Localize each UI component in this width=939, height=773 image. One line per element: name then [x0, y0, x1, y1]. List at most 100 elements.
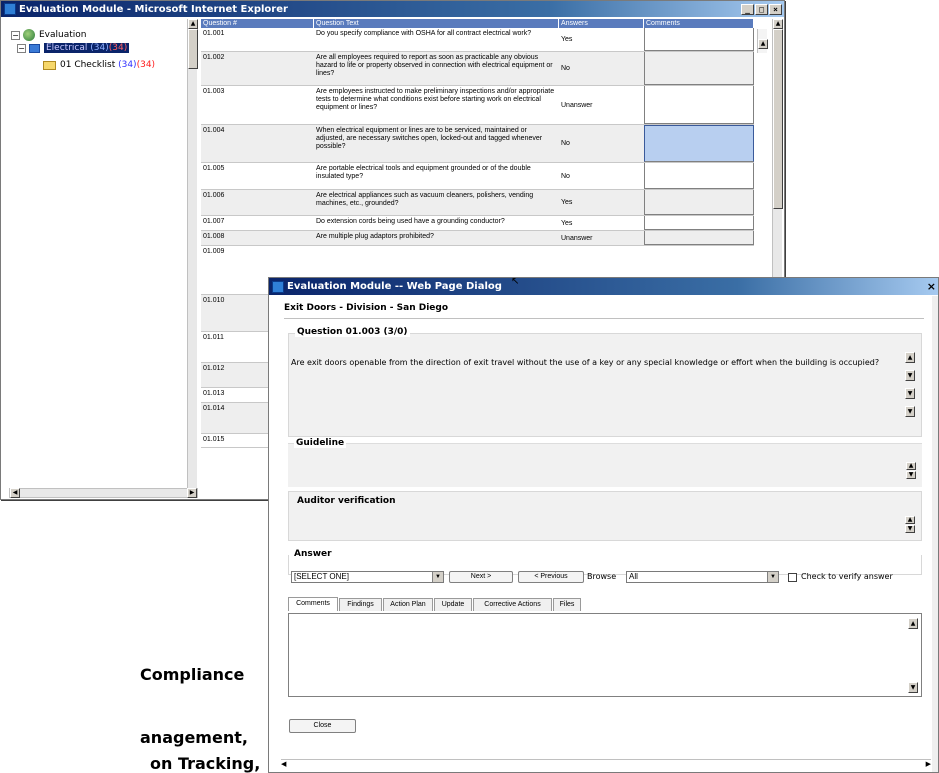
- scroll-down-icon[interactable]: ▼: [905, 388, 915, 399]
- col-header-comments[interactable]: Comments: [644, 19, 754, 28]
- collapse-icon[interactable]: −: [11, 30, 20, 40]
- answer-value: Unanswer: [561, 101, 593, 109]
- header-divider: [284, 318, 924, 319]
- scroll-down-icon[interactable]: ▼: [908, 682, 918, 693]
- scroll-thumb[interactable]: [188, 29, 198, 69]
- verify-label: Check to verify answer: [801, 572, 893, 581]
- tree-node-electrical[interactable]: − Electrical (34)(34): [17, 43, 130, 53]
- comment-cell[interactable]: [644, 28, 754, 51]
- scroll-up-icon[interactable]: ▲: [905, 352, 915, 363]
- scroll-right-icon[interactable]: ▶: [926, 760, 931, 768]
- tree-node-checklist[interactable]: 01 Checklist (34) (34): [43, 60, 155, 70]
- maximize-button[interactable]: □: [755, 3, 768, 15]
- answer-select[interactable]: [SELECT ONE] ▼: [291, 571, 444, 583]
- next-button[interactable]: Next >: [449, 571, 513, 583]
- answer-cell[interactable]: Unanswer: [559, 86, 643, 124]
- comment-cell[interactable]: [644, 190, 754, 215]
- previous-button[interactable]: < Previous: [518, 571, 584, 583]
- guideline-label: Guideline: [294, 438, 347, 448]
- collapse-icon[interactable]: −: [17, 43, 26, 53]
- grid-inner-scrollbar[interactable]: ▲: [757, 29, 768, 53]
- scroll-up-icon[interactable]: ▲: [908, 618, 918, 629]
- answer-value: Yes: [561, 219, 573, 227]
- tab-action-plan[interactable]: Action Plan: [383, 598, 433, 611]
- scroll-down-icon[interactable]: ▼: [905, 525, 915, 533]
- col-header-question-num[interactable]: Question #: [201, 19, 314, 28]
- question-text: Do you specify compliance with OSHA for …: [316, 30, 532, 37]
- dialog-hscrollbar[interactable]: ◀ ▶: [281, 759, 931, 769]
- verify-checkbox[interactable]: [788, 573, 797, 582]
- question-number: 01.003: [203, 88, 225, 95]
- close-dialog-button[interactable]: Close: [289, 719, 356, 733]
- question-number: 01.005: [203, 165, 225, 172]
- comment-cell[interactable]: [644, 86, 754, 124]
- main-titlebar: Evaluation Module - Microsoft Internet E…: [1, 1, 784, 17]
- scroll-down-icon[interactable]: ▼: [905, 370, 915, 381]
- question-dialog: Evaluation Module -- Web Page Dialog × E…: [268, 277, 939, 773]
- comment-cell[interactable]: [644, 125, 754, 162]
- answer-cell[interactable]: Yes: [559, 190, 643, 215]
- answer-select-value: [SELECT ONE]: [294, 572, 349, 581]
- question-number: 01.007: [203, 218, 225, 225]
- table-row[interactable]: 01.002 Are all employees required to repo…: [201, 52, 754, 86]
- scroll-thumb[interactable]: [773, 29, 783, 209]
- question-text: Do extension cords being used have a gro…: [316, 218, 505, 225]
- table-row[interactable]: 01.005 Are portable electrical tools and …: [201, 163, 754, 190]
- scroll-down-icon[interactable]: ▼: [906, 471, 916, 479]
- table-row[interactable]: 01.001 Do you specify compliance with OSH…: [201, 28, 754, 52]
- browse-select[interactable]: All ▼: [626, 571, 779, 583]
- scroll-up-icon[interactable]: ▲: [906, 462, 916, 470]
- col-header-question-text[interactable]: Question Text: [314, 19, 559, 28]
- col-header-answers[interactable]: Answers: [559, 19, 644, 28]
- main-window-title: Evaluation Module - Microsoft Internet E…: [19, 3, 288, 15]
- browse-select-value: All: [629, 572, 638, 581]
- scroll-up-icon[interactable]: ▲: [758, 39, 768, 49]
- table-row[interactable]: 01.008 Are multiple plug adaptors prohibi…: [201, 231, 754, 246]
- tree-node-electrical-label: Electrical (34)(34): [44, 43, 130, 53]
- scroll-left-icon[interactable]: ◀: [281, 760, 286, 768]
- question-text: Are electrical appliances such as vacuum…: [316, 192, 534, 207]
- table-row[interactable]: 01.004 When electrical equipment or lines…: [201, 125, 754, 163]
- tab-files[interactable]: Files: [553, 598, 581, 611]
- tree-pane: − Evaluation − Electrical (34)(34) 01 Ch…: [3, 19, 186, 487]
- tab-findings[interactable]: Findings: [339, 598, 382, 611]
- slide-text-management: anagement,: [140, 728, 248, 747]
- table-row[interactable]: 01.003 Are employees instructed to make p…: [201, 86, 754, 125]
- scroll-down-icon[interactable]: ▼: [905, 406, 915, 417]
- scroll-right-icon[interactable]: ▶: [187, 488, 197, 498]
- tab-comments[interactable]: Comments: [288, 597, 338, 611]
- chevron-down-icon[interactable]: ▼: [767, 572, 778, 582]
- answer-cell[interactable]: No: [559, 163, 643, 189]
- answer-cell[interactable]: No: [559, 125, 643, 162]
- minimize-button[interactable]: _: [741, 3, 754, 15]
- scroll-up-icon[interactable]: ▲: [773, 19, 783, 29]
- question-text: Are employees instructed to make prelimi…: [316, 88, 555, 111]
- tree-hscrollbar[interactable]: ◀ ▶: [9, 488, 198, 498]
- tree-root[interactable]: − Evaluation: [11, 29, 87, 41]
- tree-scrollbar[interactable]: ▲: [187, 19, 198, 489]
- answer-cell[interactable]: Yes: [559, 28, 643, 51]
- comment-cell[interactable]: [644, 231, 754, 245]
- table-row[interactable]: 01.006 Are electrical appliances such as …: [201, 190, 754, 216]
- answer-cell[interactable]: Unanswer: [559, 231, 643, 245]
- question-text: Are portable electrical tools and equipm…: [316, 165, 531, 180]
- tree-root-label: Evaluation: [39, 30, 87, 40]
- comments-textarea[interactable]: ▲ ▼: [288, 613, 922, 697]
- comment-cell[interactable]: [644, 163, 754, 189]
- comment-cell[interactable]: [644, 52, 754, 85]
- close-button[interactable]: ×: [769, 3, 782, 15]
- dialog-vscrollbar[interactable]: [932, 296, 938, 772]
- answer-cell[interactable]: No: [559, 52, 643, 85]
- scroll-up-icon[interactable]: ▲: [905, 516, 915, 524]
- scroll-left-icon[interactable]: ◀: [10, 488, 20, 498]
- tab-corrective-actions[interactable]: Corrective Actions: [473, 598, 552, 611]
- question-number: 01.004: [203, 127, 225, 134]
- dialog-close-icon[interactable]: ×: [927, 280, 936, 293]
- answer-cell[interactable]: Yes: [559, 216, 643, 230]
- tab-update[interactable]: Update: [434, 598, 472, 611]
- comment-cell[interactable]: [644, 216, 754, 230]
- answer-value: Unanswer: [561, 234, 593, 242]
- chevron-down-icon[interactable]: ▼: [432, 572, 443, 582]
- table-row[interactable]: 01.007 Do extension cords being used have…: [201, 216, 754, 231]
- scroll-up-icon[interactable]: ▲: [188, 19, 198, 29]
